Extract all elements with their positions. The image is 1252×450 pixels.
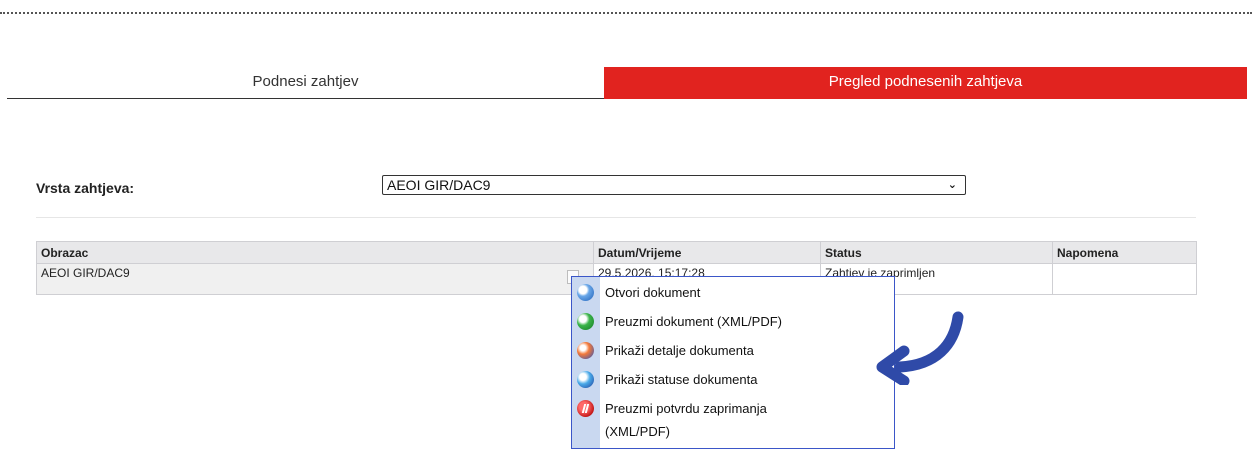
column-header-datetime[interactable]: Datum/Vrijeme [593,241,821,264]
top-dotted-divider [0,12,1252,14]
menu-item-document-details[interactable]: Prikaži detalje dokumenta [572,340,894,362]
menu-item-label: Otvori dokument [605,285,701,300]
document-details-icon [577,342,594,359]
column-header-form[interactable]: Obrazac [36,241,594,264]
menu-item-label: Prikaži statuse dokumenta [605,372,758,387]
menu-item-label-line2: (XML/PDF) [605,424,670,439]
menu-item-download-document[interactable]: Preuzmi dokument (XML/PDF) [572,311,894,333]
section-divider [36,217,1196,218]
chevron-down-icon: ⌄ [947,179,957,191]
request-type-selected-value: AEOI GIR/DAC9 [387,177,491,193]
request-type-select[interactable]: AEOI GIR/DAC9 ⌄ [382,175,966,195]
cell-form: AEOI GIR/DAC9 [36,263,594,295]
open-document-icon [577,284,594,301]
request-type-label: Vrsta zahtjeva: [36,180,135,196]
menu-item-download-receipt[interactable]: Preuzmi potvrdu zaprimanja (XML/PDF) [572,398,894,444]
document-statuses-icon [577,371,594,388]
download-document-icon [577,313,594,330]
cell-form-text: AEOI GIR/DAC9 [41,266,130,280]
annotation-arrow-icon [876,311,964,385]
menu-item-label: Prikaži detalje dokumenta [605,343,754,358]
column-header-note[interactable]: Napomena [1052,241,1197,264]
menu-item-open-document[interactable]: Otvori dokument [572,282,894,304]
request-tabs: Podnesi zahtjev Pregled podnesenih zahtj… [7,67,1247,99]
table-header-row: Obrazac Datum/Vrijeme Status Napomena [36,241,1197,264]
menu-item-label-line1: Preuzmi potvrdu zaprimanja [605,401,767,416]
column-header-status[interactable]: Status [820,241,1053,264]
tab-review-requests[interactable]: Pregled podnesenih zahtjeva [604,67,1247,99]
menu-item-label: Preuzmi dokument (XML/PDF) [605,314,782,329]
tab-submit-request[interactable]: Podnesi zahtjev [7,67,604,99]
cell-note [1052,263,1197,295]
receipt-confirmation-icon [577,400,594,417]
document-context-menu: Otvori dokument Preuzmi dokument (XML/PD… [571,276,895,449]
menu-item-document-statuses[interactable]: Prikaži statuse dokumenta [572,369,894,391]
